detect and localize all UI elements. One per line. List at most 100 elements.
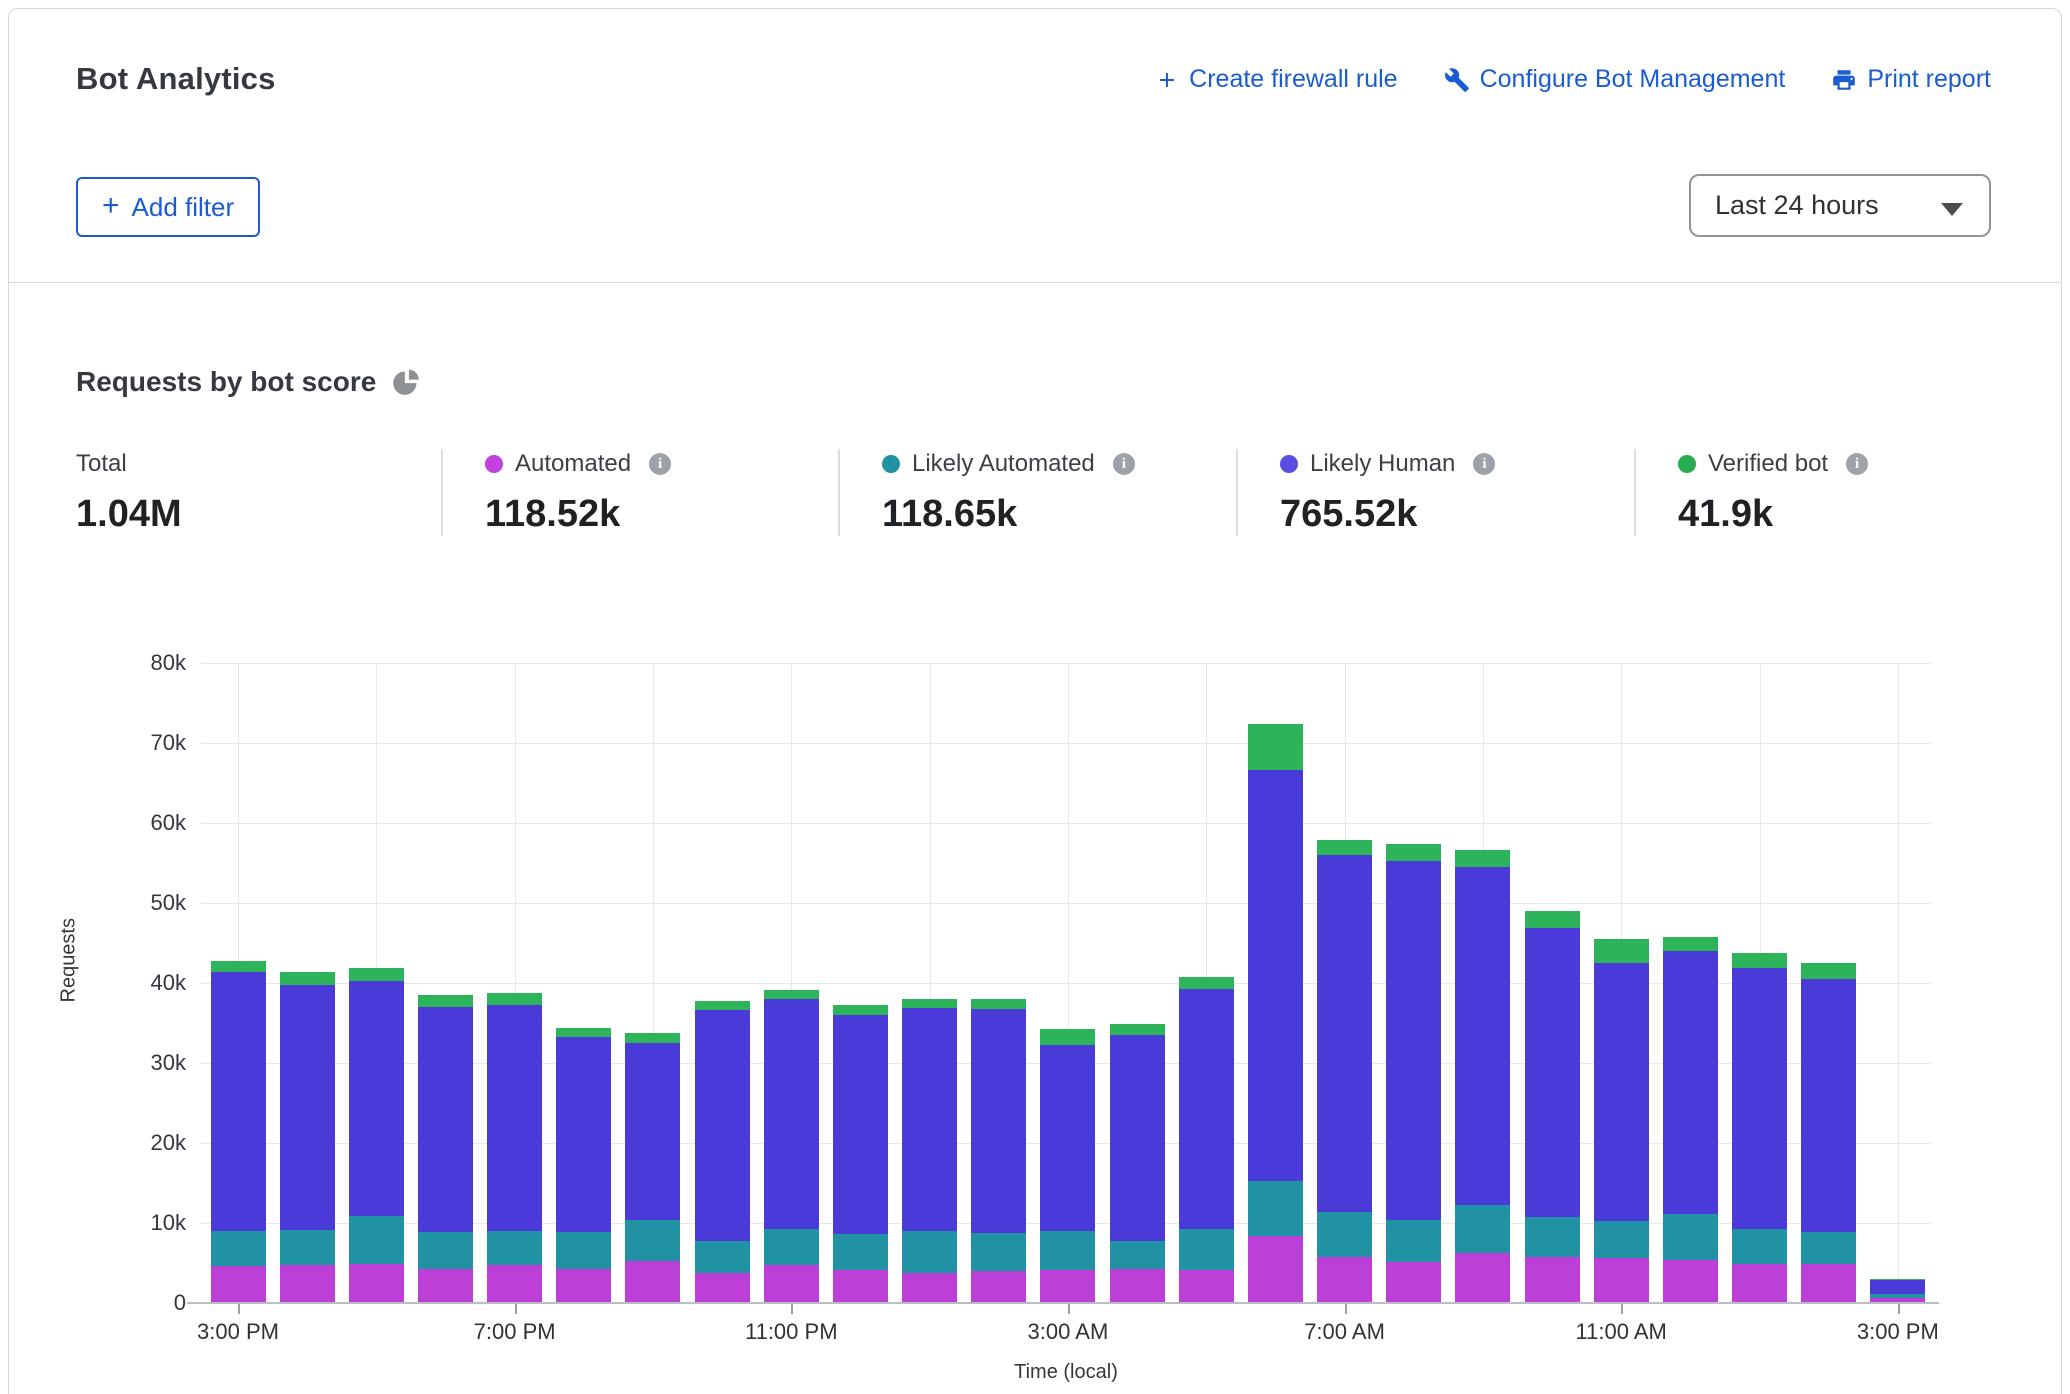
vertical-gridline xyxy=(1898,663,1899,1303)
bar-segment-likely-automated xyxy=(1455,1205,1510,1252)
bar-segment-likely-human xyxy=(349,981,404,1216)
bar-segment-automated xyxy=(764,1265,819,1303)
stat-verified-bot: Verified boti41.9k xyxy=(1634,449,2014,536)
bar-segment-likely-automated xyxy=(211,1231,266,1266)
bar-segment-likely-human xyxy=(902,1008,957,1231)
bar-segment-likely-automated xyxy=(1663,1214,1718,1260)
stat-value: 1.04M xyxy=(76,493,441,536)
bar-segment-automated xyxy=(1386,1262,1441,1303)
stacked-bar-11-00-am xyxy=(1594,939,1649,1303)
bar-segment-automated xyxy=(971,1271,1026,1303)
info-icon[interactable]: i xyxy=(1113,453,1135,475)
add-filter-label: Add filter xyxy=(132,192,235,223)
info-icon[interactable]: i xyxy=(1473,453,1495,475)
bar-segment-automated xyxy=(1455,1253,1510,1303)
bar-segment-verified-bot xyxy=(1110,1024,1165,1035)
action-link-create-firewall-rule[interactable]: Create firewall rule xyxy=(1155,65,1397,94)
bar-segment-likely-human xyxy=(556,1037,611,1232)
horizontal-gridline xyxy=(201,1223,1931,1224)
y-axis-tick-label: 40k xyxy=(106,970,186,996)
add-filter-button[interactable]: + Add filter xyxy=(76,177,260,237)
bar-segment-likely-human xyxy=(833,1015,888,1234)
stacked-bar-1-00-pm xyxy=(1732,953,1787,1303)
vertical-gridline xyxy=(376,663,377,1303)
bar-segment-likely-human xyxy=(280,985,335,1231)
info-icon[interactable]: i xyxy=(1846,453,1868,475)
time-range-dropdown[interactable]: Last 24 hours xyxy=(1689,174,1991,237)
stacked-bar-2-00-am xyxy=(971,999,1026,1303)
x-axis-tick xyxy=(791,1304,793,1314)
vertical-gridline xyxy=(1206,663,1207,1303)
y-axis-tick-label: 0 xyxy=(106,1290,186,1316)
bar-segment-automated xyxy=(1317,1257,1372,1303)
stacked-bar-11-00-pm xyxy=(764,990,819,1303)
page-title: Bot Analytics xyxy=(76,61,276,97)
x-axis-line xyxy=(187,1302,1939,1304)
vertical-gridline xyxy=(1760,663,1761,1303)
bar-segment-likely-human xyxy=(1179,989,1234,1229)
bar-segment-likely-human xyxy=(1870,1280,1925,1294)
horizontal-gridline xyxy=(201,743,1931,744)
bar-segment-automated xyxy=(1870,1298,1925,1303)
bar-segment-automated xyxy=(1248,1236,1303,1303)
wrench-icon xyxy=(1444,67,1470,93)
printer-icon xyxy=(1831,67,1857,93)
action-label: Configure Bot Management xyxy=(1480,65,1786,94)
action-link-configure-bot-management[interactable]: Configure Bot Management xyxy=(1444,65,1786,94)
stacked-bar-2-00-pm xyxy=(1801,963,1856,1303)
stacked-bar-4-00-am xyxy=(1110,1024,1165,1303)
horizontal-gridline xyxy=(201,823,1931,824)
bar-segment-likely-human xyxy=(1455,867,1510,1205)
stacked-bar-3-00-pm xyxy=(211,961,266,1303)
bar-segment-likely-human xyxy=(625,1043,680,1220)
stat-value: 765.52k xyxy=(1280,493,1634,536)
legend-dot-icon xyxy=(485,455,503,473)
bar-segment-likely-human xyxy=(487,1005,542,1231)
x-axis-tick-label: 11:00 PM xyxy=(711,1319,871,1345)
bar-segment-likely-automated xyxy=(1179,1229,1234,1270)
bar-segment-verified-bot xyxy=(1594,939,1649,963)
bar-segment-verified-bot xyxy=(695,1001,750,1011)
info-icon[interactable]: i xyxy=(649,453,671,475)
stat-likely-human: Likely Humani765.52k xyxy=(1236,449,1634,536)
section-title-row: Requests by bot score xyxy=(76,366,420,398)
horizontal-gridline xyxy=(201,663,1931,664)
vertical-gridline xyxy=(1621,663,1622,1303)
stacked-bar-7-00-am xyxy=(1317,840,1372,1303)
bar-segment-verified-bot xyxy=(764,990,819,999)
y-axis-tick-label: 10k xyxy=(106,1210,186,1236)
card-header: Bot Analytics Create firewall rule Config… xyxy=(9,9,2061,283)
bar-segment-likely-human xyxy=(1317,855,1372,1212)
bar-segment-likely-automated xyxy=(1386,1220,1441,1262)
bar-segment-likely-automated xyxy=(280,1230,335,1264)
bar-segment-likely-automated xyxy=(349,1216,404,1264)
bar-segment-verified-bot xyxy=(1317,840,1372,855)
bar-segment-likely-automated xyxy=(418,1232,473,1270)
stacked-bar-7-00-pm xyxy=(487,993,542,1303)
bar-segment-automated xyxy=(1040,1270,1095,1303)
bar-segment-likely-automated xyxy=(1732,1229,1787,1264)
bar-segment-likely-automated xyxy=(1594,1221,1649,1259)
bar-segment-likely-automated xyxy=(1317,1212,1372,1258)
x-axis-tick-label: 7:00 PM xyxy=(435,1319,595,1345)
x-axis-tick xyxy=(1068,1304,1070,1314)
y-axis-tick-label: 50k xyxy=(106,890,186,916)
bar-segment-automated xyxy=(211,1266,266,1303)
bar-segment-verified-bot xyxy=(1455,850,1510,867)
bar-segment-verified-bot xyxy=(1801,963,1856,979)
stacked-bar-4-00-pm xyxy=(280,972,335,1303)
horizontal-gridline xyxy=(201,1063,1931,1064)
bar-segment-likely-human xyxy=(1040,1045,1095,1231)
bar-segment-verified-bot xyxy=(280,972,335,985)
bar-segment-verified-bot xyxy=(487,993,542,1005)
bar-segment-verified-bot xyxy=(349,968,404,981)
bar-segment-verified-bot xyxy=(211,961,266,971)
action-link-print-report[interactable]: Print report xyxy=(1831,65,1991,94)
stats-row: Total1.04MAutomatedi118.52kLikely Automa… xyxy=(76,449,2014,536)
stat-total: Total1.04M xyxy=(76,449,441,536)
bar-segment-likely-human xyxy=(764,999,819,1229)
stacked-bar-9-00-am xyxy=(1455,850,1510,1303)
bar-segment-likely-automated xyxy=(625,1220,680,1261)
legend-dot-icon xyxy=(882,455,900,473)
y-axis-tick-label: 30k xyxy=(106,1050,186,1076)
